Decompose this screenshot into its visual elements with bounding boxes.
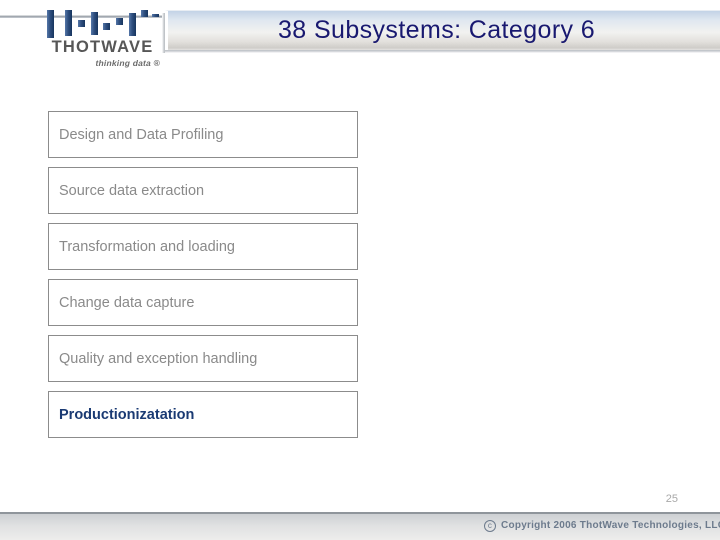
- list-item-label: Transformation and loading: [59, 238, 235, 255]
- copyright-text: Copyright 2006 ThotWave Technologies, LL…: [501, 520, 720, 531]
- logo-wordmark: THOTWAVE: [51, 38, 154, 56]
- list-item-label: Source data extraction: [59, 182, 205, 199]
- list-item-active[interactable]: Productionizatation: [48, 391, 358, 438]
- list-item[interactable]: Source data extraction: [48, 167, 358, 214]
- copyright-icon: c: [484, 520, 496, 532]
- list-item-label: Productionizatation: [59, 406, 195, 423]
- thotwave-logo: THOTWAVE thinking data ®: [45, 10, 160, 78]
- page-title: 38 Subsystems: Category 6: [278, 16, 596, 44]
- footer-copyright: c Copyright 2006 ThotWave Technologies, L…: [484, 520, 720, 532]
- title-band: 38 Subsystems: Category 6: [165, 10, 720, 52]
- list-item[interactable]: Quality and exception handling: [48, 335, 358, 382]
- list-item-label: Design and Data Profiling: [59, 126, 224, 143]
- list-item-label: Quality and exception handling: [59, 350, 258, 367]
- logo-tagline: thinking data ®: [95, 58, 160, 68]
- list-item[interactable]: Transformation and loading: [48, 223, 358, 270]
- page-number: 25: [665, 493, 678, 505]
- list-item[interactable]: Change data capture: [48, 279, 358, 326]
- list-item-label: Change data capture: [59, 294, 195, 311]
- list-item[interactable]: Design and Data Profiling: [48, 111, 358, 158]
- subsystem-list: Design and Data Profiling Source data ex…: [48, 111, 358, 447]
- title-band-shadow: [165, 50, 720, 53]
- logo-bars-icon: [45, 10, 160, 38]
